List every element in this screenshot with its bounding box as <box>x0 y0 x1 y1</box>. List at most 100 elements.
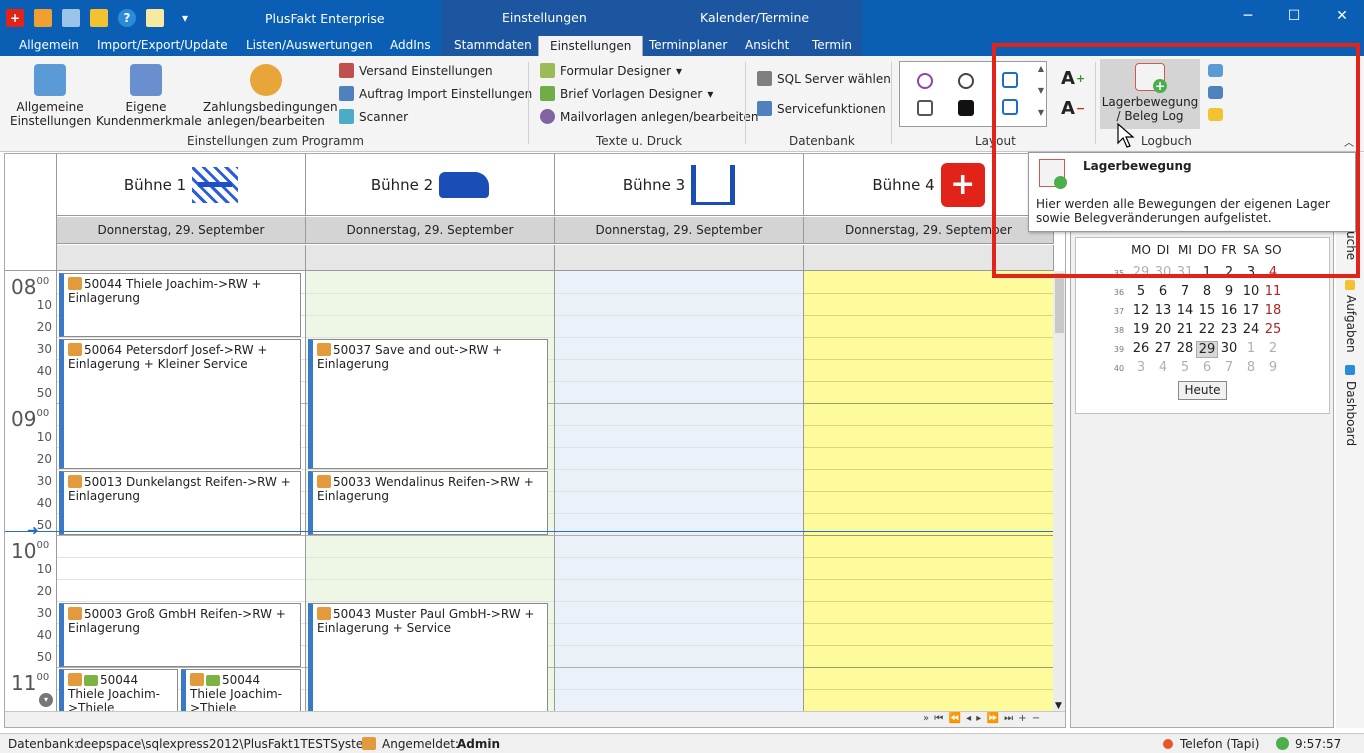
picture-icon[interactable] <box>62 9 80 27</box>
versand-einstellungen-button[interactable]: Versand Einstellungen <box>339 63 493 78</box>
calendar-day[interactable]: 7 <box>1218 360 1240 375</box>
resource-header-buehne-3[interactable]: Bühne 3 <box>555 154 804 216</box>
calendar-day[interactable]: 15 <box>1196 303 1218 318</box>
date-header[interactable]: Donnerstag, 29. September <box>57 217 306 244</box>
tools-icon[interactable] <box>34 9 52 27</box>
formular-designer-button[interactable]: Formular Designer ▾ <box>540 63 682 78</box>
calendar-day[interactable]: 16 <box>1218 303 1240 318</box>
help-icon[interactable]: ? <box>118 9 136 27</box>
calendar-day[interactable]: 9 <box>1262 360 1284 375</box>
appointment[interactable]: 50043 Muster Paul GmbH->RW + Einlagerung… <box>308 603 548 711</box>
calendar-day[interactable]: 30 <box>1218 341 1240 356</box>
calendar-day[interactable]: 20 <box>1152 322 1174 337</box>
calendar-day[interactable]: 10 <box>1240 284 1262 299</box>
calendar-day[interactable]: 8 <box>1240 360 1262 375</box>
date-navigation-buttons[interactable]: » ⏮ ⏪ ◂ ▸ ⏩ ⏭ + − <box>923 713 1041 724</box>
day-column-buehne-2[interactable]: 50037 Save and out->RW + Einlagerung 500… <box>306 271 555 711</box>
calendar-day[interactable]: 29 <box>1196 341 1218 358</box>
calendar-day[interactable]: 22 <box>1196 322 1218 337</box>
calendar-day[interactable]: 23 <box>1218 322 1240 337</box>
servicefunktionen-button[interactable]: Servicefunktionen <box>757 101 886 116</box>
phone-status[interactable]: Telefon (Tapi) <box>1180 737 1259 751</box>
calendar-day[interactable]: 26 <box>1130 341 1152 356</box>
tab-listen[interactable]: Listen/Auswertungen <box>246 38 373 52</box>
appointment[interactable]: 50044 Thiele Joachim->Thiele <box>181 669 301 711</box>
calendar-day[interactable]: 1 <box>1240 341 1262 356</box>
today-button[interactable]: Heute <box>1178 381 1227 400</box>
tab-addins[interactable]: AddIns <box>390 38 431 52</box>
calendar-day[interactable]: 14 <box>1174 303 1196 318</box>
navigation-bar[interactable]: » ⏮ ⏪ ◂ ▸ ⏩ ⏭ + − <box>5 711 1065 727</box>
brief-vorlagen-button[interactable]: Brief Vorlagen Designer ▾ <box>540 86 713 101</box>
calendar-day[interactable]: 28 <box>1174 341 1196 356</box>
date-header[interactable]: Donnerstag, 29. September <box>306 217 555 244</box>
notes-icon[interactable] <box>146 9 164 27</box>
calendar-day[interactable]: 2 <box>1262 341 1284 356</box>
all-day-area[interactable] <box>57 245 306 271</box>
tab-einstellungen[interactable]: Einstellungen <box>538 36 644 57</box>
calendar-day[interactable]: 8 <box>1196 284 1218 299</box>
scroll-down-circle-icon[interactable]: ▾ <box>39 693 53 707</box>
calendar-day[interactable]: 3 <box>1130 360 1152 375</box>
tab-ansicht[interactable]: Ansicht <box>745 38 789 52</box>
mailvorlagen-button[interactable]: Mailvorlagen anlegen/bearbeiten <box>540 109 759 124</box>
calendar-day[interactable]: 12 <box>1130 303 1152 318</box>
all-day-area[interactable] <box>555 245 804 271</box>
theme-icon[interactable] <box>958 100 974 116</box>
theme-icon[interactable] <box>917 100 933 116</box>
tab-terminplaner[interactable]: Terminplaner <box>649 38 727 52</box>
refresh-icon[interactable] <box>90 9 108 27</box>
side-tab-dashboard[interactable]: Dashboard <box>1344 381 1358 446</box>
calendar-day[interactable]: 7 <box>1174 284 1196 299</box>
calendar-day[interactable]: 24 <box>1240 322 1262 337</box>
theme-icon[interactable] <box>917 73 933 89</box>
sql-server-button[interactable]: SQL Server wählen <box>757 71 891 86</box>
appointment[interactable]: 50044 Thiele Joachim->RW + Einlagerung <box>59 273 301 337</box>
appointment[interactable]: 50037 Save and out->RW + Einlagerung <box>308 339 548 469</box>
day-column-buehne-4[interactable] <box>804 271 1054 711</box>
allgemeine-einstellungen-button[interactable]: Allgemeine Einstellungen <box>10 64 91 128</box>
scroll-down-icon[interactable]: ▼ <box>1055 701 1062 711</box>
all-day-area[interactable] <box>306 245 555 271</box>
tab-allgemein[interactable]: Allgemein <box>19 38 79 52</box>
quick-access-dropdown[interactable]: ▾ <box>176 9 194 27</box>
calendar-day[interactable]: 17 <box>1240 303 1262 318</box>
calendar-day[interactable]: 25 <box>1262 322 1284 337</box>
side-tab-aufgaben[interactable]: Aufgaben <box>1344 295 1358 353</box>
day-column-buehne-3[interactable] <box>555 271 804 711</box>
auftrag-import-button[interactable]: Auftrag Import Einstellungen <box>339 86 532 101</box>
appointment[interactable]: 50003 Groß GmbH Reifen->RW + Einlagerung <box>59 603 301 667</box>
calendar-day[interactable]: 6 <box>1152 284 1174 299</box>
appointment[interactable]: 50064 Petersdorf Josef->RW + Einlagerung… <box>59 339 301 469</box>
day-column-buehne-1[interactable]: 50044 Thiele Joachim->RW + Einlagerung 5… <box>57 271 306 711</box>
calendar-day[interactable]: 18 <box>1262 303 1284 318</box>
tab-import-export[interactable]: Import/Export/Update <box>97 38 228 52</box>
tab-stammdaten[interactable]: Stammdaten <box>454 38 532 52</box>
calendar-day[interactable]: 21 <box>1174 322 1196 337</box>
zahlungsbedingungen-button[interactable]: Zahlungsbedingungen anlegen/bearbeiten <box>203 64 338 128</box>
date-header[interactable]: Donnerstag, 29. September <box>555 217 804 244</box>
calendar-day[interactable]: 13 <box>1152 303 1174 318</box>
calendar-day[interactable]: 5 <box>1174 360 1196 375</box>
calendar-day[interactable]: 27 <box>1152 341 1174 356</box>
vertical-scrollbar[interactable]: ▼ <box>1053 271 1065 713</box>
appointment[interactable]: 50013 Dunkelangst Reifen->RW + Einlageru… <box>59 471 301 535</box>
theme-icon[interactable] <box>958 73 974 89</box>
calendar-day[interactable]: 5 <box>1130 284 1152 299</box>
calendar-day[interactable]: 11 <box>1262 284 1284 299</box>
appointment[interactable]: 50044 Thiele Joachim->Thiele <box>59 669 178 711</box>
scroll-thumb[interactable] <box>1055 273 1064 333</box>
calendar-day[interactable]: 9 <box>1218 284 1240 299</box>
appointment[interactable]: 50033 Wendalinus Reifen->RW + Einlagerun… <box>308 471 548 535</box>
resource-header-buehne-2[interactable]: Bühne 2 <box>306 154 555 216</box>
scanner-button[interactable]: Scanner <box>339 109 408 124</box>
resource-header-buehne-1[interactable]: Bühne 1 <box>57 154 306 216</box>
close-button[interactable]: ✕ <box>1328 8 1356 24</box>
eigene-kundenmerkmale-button[interactable]: Eigene Kundenmerkmale <box>96 64 202 128</box>
calendar-day[interactable]: 6 <box>1196 360 1218 375</box>
calendar-day[interactable]: 4 <box>1152 360 1174 375</box>
tab-termin[interactable]: Termin <box>812 38 852 52</box>
maximize-button[interactable]: ☐ <box>1280 8 1308 24</box>
minimize-button[interactable]: ─ <box>1234 8 1262 24</box>
calendar-day[interactable]: 19 <box>1130 322 1152 337</box>
